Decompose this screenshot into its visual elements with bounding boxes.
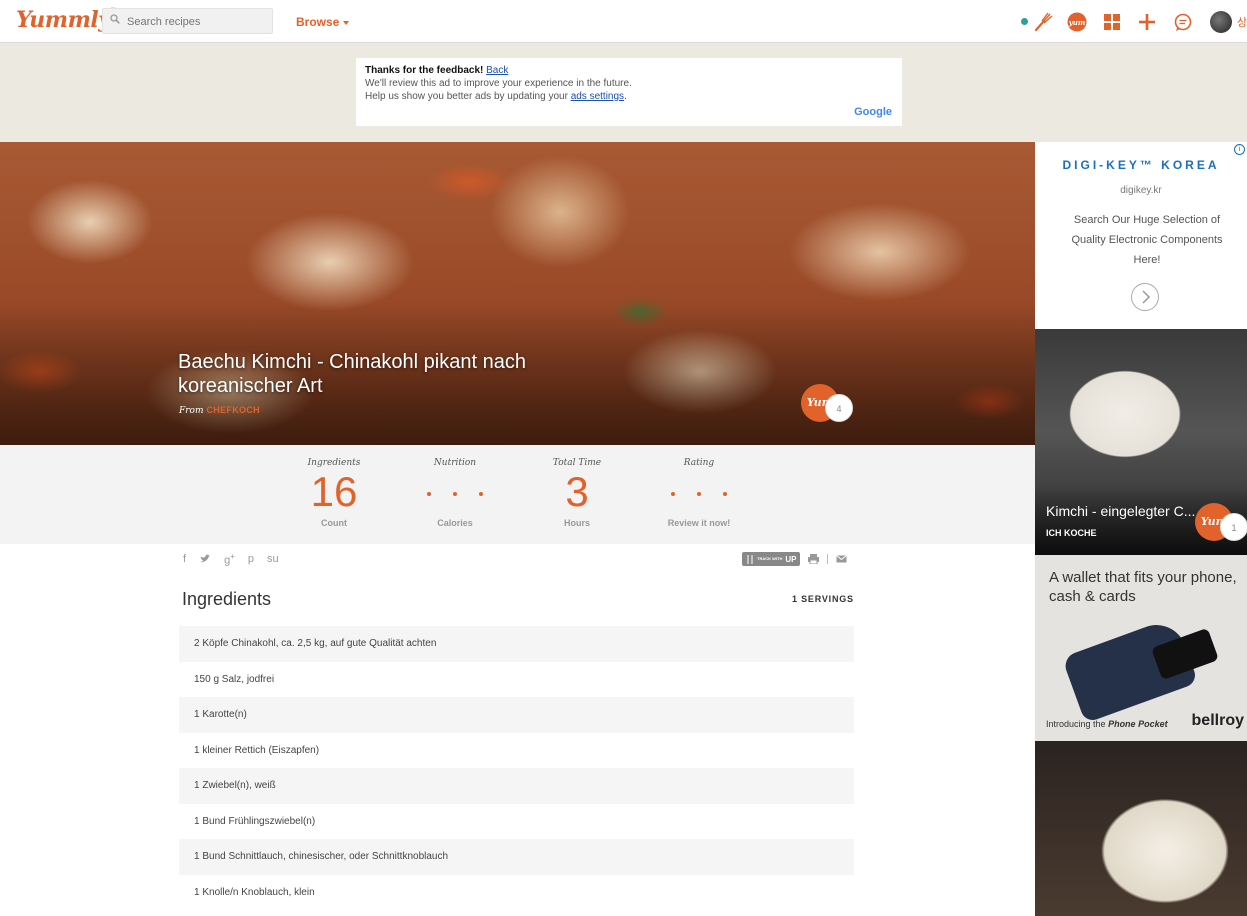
ingredient-list: 2 Köpfe Chinakohl, ca. 2,5 kg, auf gute … — [179, 626, 854, 910]
ingredient-item: 1 Bund Schnittlauch, chinesischer, oder … — [179, 839, 854, 875]
ingredient-item: 1 Zwiebel(n), weiß — [179, 768, 854, 804]
user-name-label[interactable]: 상 — [1237, 14, 1247, 30]
ingredient-item: 1 kleiner Rettich (Eiszapfen) — [179, 732, 854, 768]
ad-brand[interactable]: DIGI-KEY™ KOREA — [1035, 158, 1247, 172]
search-input[interactable] — [125, 13, 269, 31]
servings-selector[interactable]: 1 SERVINGS — [792, 594, 854, 604]
twitter-icon[interactable] — [199, 554, 211, 564]
ads-settings-link[interactable]: ads settings — [571, 91, 624, 102]
right-rail: i DIGI-KEY™ KOREA digikey.kr Search Our … — [1035, 142, 1247, 916]
browse-menu[interactable]: Browse — [296, 15, 350, 29]
ingredient-item: 150 g Salz, jodfrei — [179, 661, 854, 697]
ad-go-button[interactable] — [1131, 283, 1159, 311]
stat-nutrition[interactable]: Nutrition Calories — [400, 458, 510, 528]
feedback-help-text: Help us show you better ads by updating … — [365, 91, 568, 102]
related-recipe-card-2[interactable] — [1035, 741, 1247, 916]
track-with-up-button[interactable]: TRACK WITH UP — [742, 552, 801, 566]
ad-text: Search Our Huge Selection of Quality Ele… — [1071, 214, 1223, 266]
rating-dots — [644, 470, 754, 518]
email-icon[interactable] — [836, 555, 848, 563]
feedback-thanks: Thanks for the feedback! — [365, 65, 484, 76]
grid-icon[interactable] — [1101, 11, 1123, 33]
ad-feedback-notice: Thanks for the feedback! Back We'll revi… — [356, 58, 902, 126]
recipe-hero-image: Baechu Kimchi - Chinakohl pikant nach ko… — [0, 142, 1035, 445]
recipe-title: Baechu Kimchi - Chinakohl pikant nach ko… — [178, 351, 526, 397]
review-it-now-link[interactable]: Review it now! — [644, 518, 754, 528]
stat-total-time: Total Time 3 Hours — [552, 458, 602, 528]
back-link[interactable]: Back — [486, 65, 508, 76]
caret-down-icon — [343, 20, 350, 25]
related-recipe-title[interactable]: Kimchi - eingelegter C... — [1046, 503, 1196, 519]
stat-rating[interactable]: Rating Review it now! — [644, 458, 754, 528]
ingredient-item: 1 Bund Frühlingszwiebel(n) — [179, 803, 854, 839]
share-icons: f g+ p su — [183, 552, 279, 567]
divider — [827, 554, 829, 564]
ad-headline: A wallet that fits your phone, cash & ca… — [1049, 569, 1237, 605]
top-bar: Yummly™ Browse yum 상 — [0, 0, 1247, 43]
stat-ingredients: Ingredients 16 Count — [307, 458, 361, 528]
bellroy-ad[interactable]: A wallet that fits your phone, cash & ca… — [1035, 555, 1247, 741]
pinterest-icon[interactable]: p — [248, 553, 254, 565]
ingredient-item: 2 Köpfe Chinakohl, ca. 2,5 kg, auf gute … — [179, 626, 854, 662]
search-icon — [110, 14, 120, 24]
related-recipe-card[interactable]: Kimchi - eingelegter C... ICH KOCHE Yum … — [1035, 329, 1247, 555]
ad-intro: Introducing the Phone Pocket — [1046, 719, 1168, 729]
related-yum-count: 1 — [1220, 513, 1247, 541]
fork-knife-icon — [747, 554, 753, 564]
yummly-logo[interactable]: Yummly™ — [16, 7, 116, 33]
yum-count-badge: 4 — [825, 394, 853, 422]
online-status-dot — [1021, 18, 1028, 25]
google-plus-icon[interactable]: g+ — [224, 552, 235, 567]
plus-icon[interactable] — [1136, 11, 1158, 33]
chat-icon[interactable] — [1172, 11, 1194, 33]
ingredients-heading: Ingredients — [182, 589, 272, 609]
facebook-icon[interactable]: f — [183, 553, 186, 565]
recipe-tools: TRACK WITH UP — [742, 552, 848, 566]
svg-text:yum: yum — [1068, 18, 1086, 27]
search-box[interactable] — [102, 8, 273, 34]
recipe-summary-bar: Ingredients 16 Count Nutrition Calories … — [0, 445, 1035, 544]
feedback-review-text: We'll review this ad to improve your exp… — [365, 78, 632, 89]
ingredient-item: 1 Karotte(n) — [179, 697, 854, 733]
avatar[interactable] — [1210, 11, 1232, 33]
digikey-ad[interactable]: i DIGI-KEY™ KOREA digikey.kr Search Our … — [1035, 142, 1247, 329]
bellroy-logo: bellroy — [1191, 712, 1244, 729]
yum-badge-icon[interactable]: yum — [1066, 11, 1088, 33]
recipe-source: From CHEFKOCH — [179, 405, 260, 416]
google-logo: Google — [854, 106, 892, 118]
ingredient-item: 1 Knolle/n Knoblauch, klein — [179, 874, 854, 910]
loading-dots — [400, 470, 510, 518]
related-recipe-source[interactable]: ICH KOCHE — [1046, 528, 1097, 538]
source-link[interactable]: CHEFKOCH — [207, 405, 260, 415]
chevron-right-icon — [1142, 290, 1151, 304]
whisk-icon[interactable] — [1032, 11, 1054, 33]
stumbleupon-icon[interactable]: su — [267, 553, 279, 565]
print-icon[interactable] — [808, 554, 820, 564]
ad-info-icon[interactable]: i — [1234, 144, 1245, 155]
ad-url[interactable]: digikey.kr — [1035, 185, 1247, 196]
